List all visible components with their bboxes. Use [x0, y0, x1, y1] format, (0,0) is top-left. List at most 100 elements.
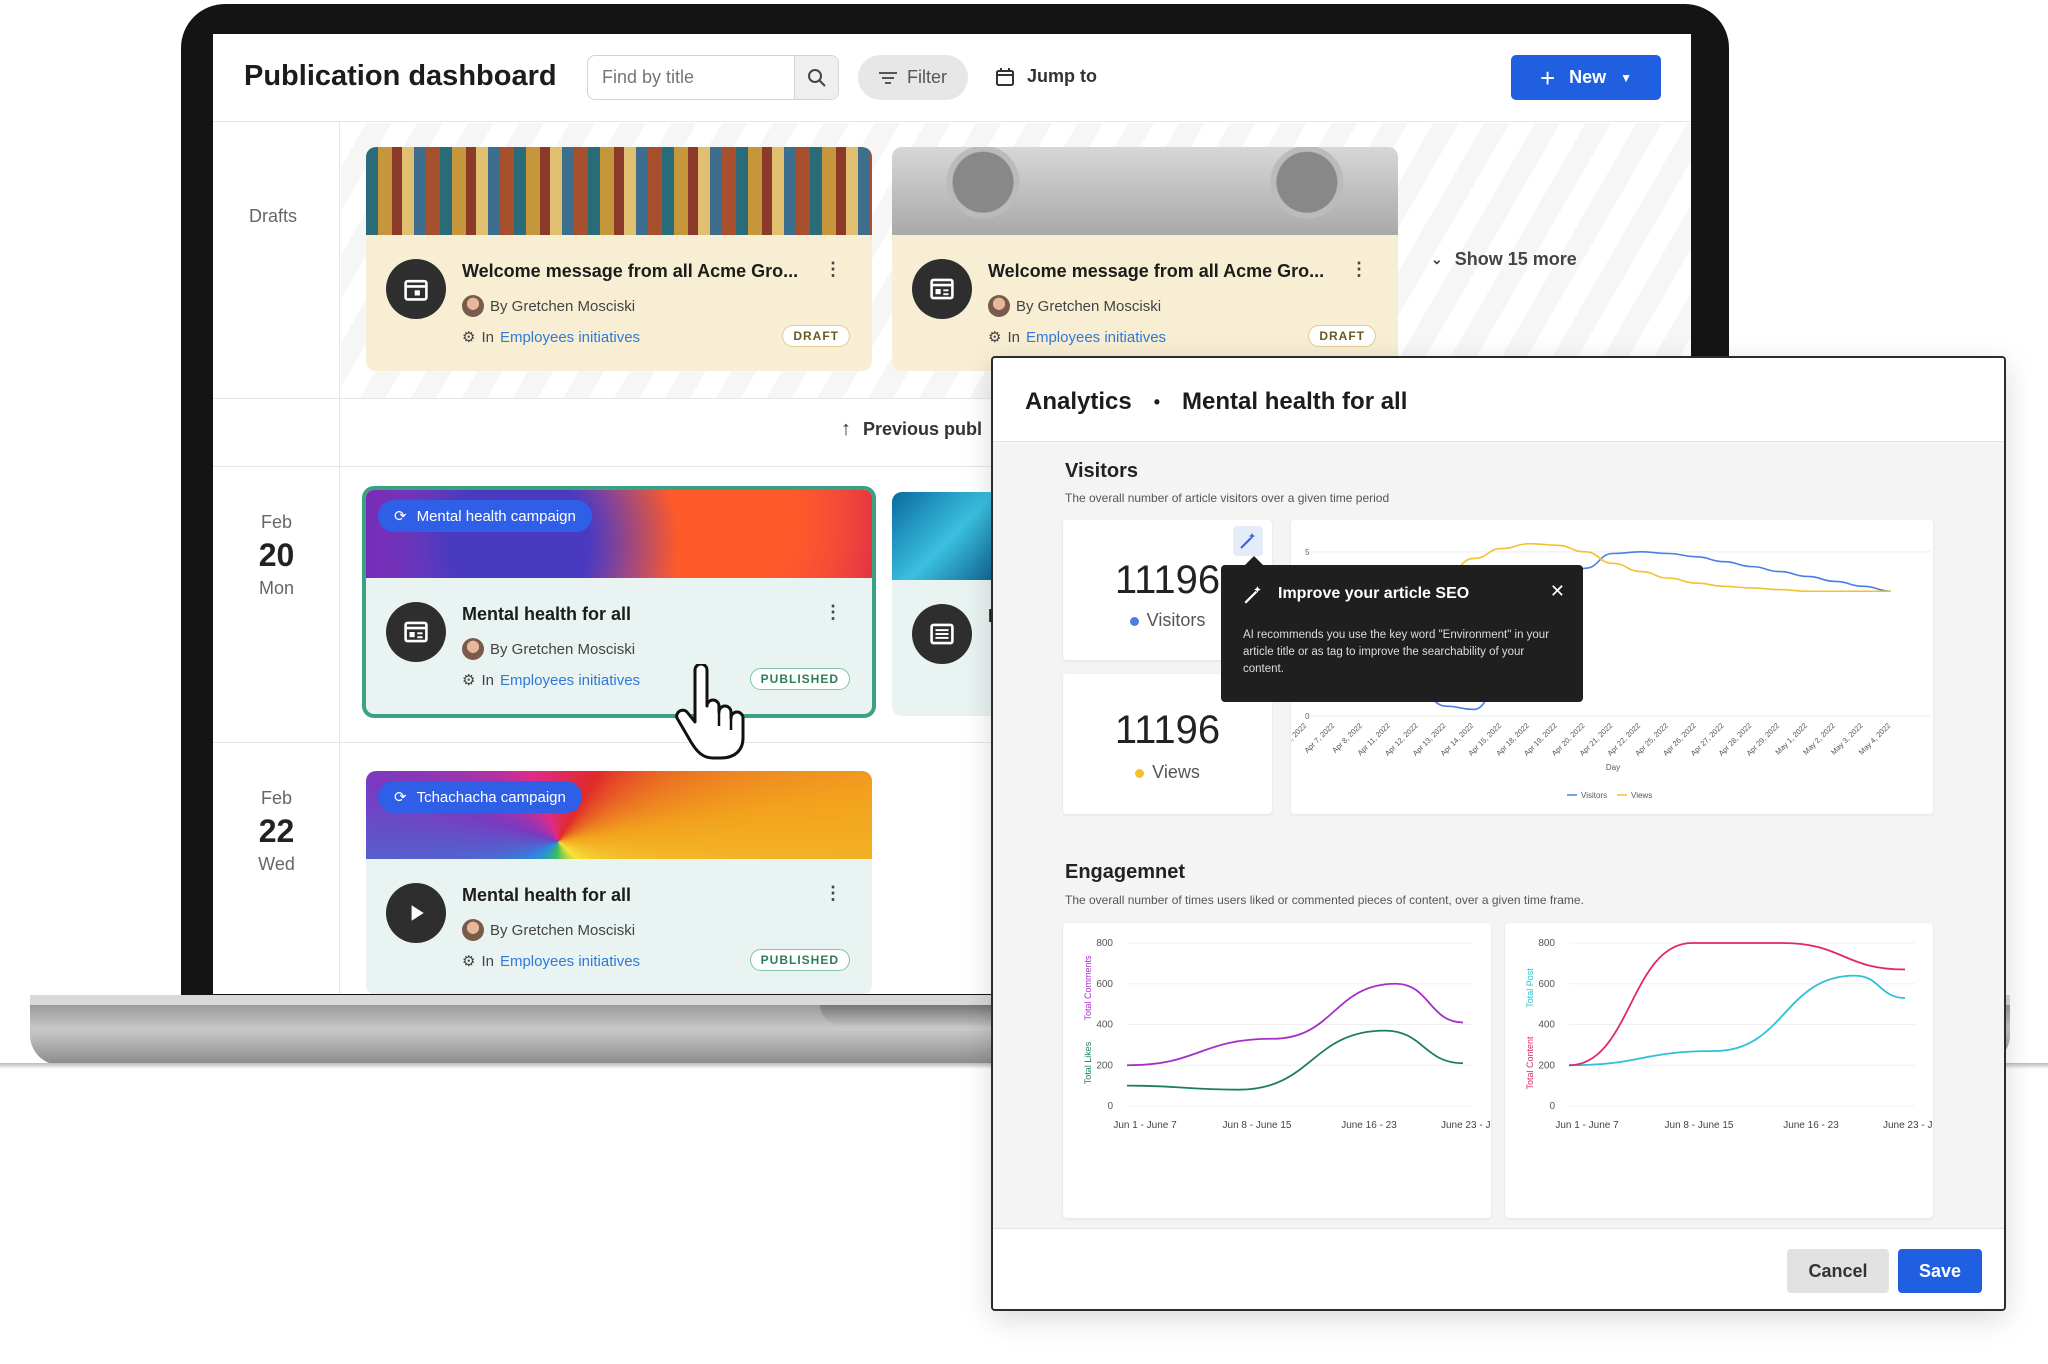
y-axis-label: Total Content	[1525, 1036, 1535, 1090]
calendar-icon	[996, 67, 1014, 86]
in-prefix: In	[1007, 328, 1020, 346]
seo-tooltip: Improve your article SEO ✕ AI recommends…	[1221, 556, 1583, 702]
more-options-icon[interactable]: ⋮	[824, 602, 842, 623]
search-button[interactable]	[794, 56, 838, 99]
jump-to-label: Jump to	[1027, 66, 1097, 86]
published-card[interactable]: ⟳ Tchachacha campaign Mental health for a…	[366, 771, 872, 994]
caret-down-icon: ▼	[1620, 70, 1633, 85]
status-badge: DRAFT	[782, 325, 850, 347]
category-link[interactable]: Employees initiatives	[500, 329, 640, 346]
card-author: By Gretchen Mosciski	[1016, 297, 1162, 315]
previous-publications-button[interactable]: ↑ Previous publ	[841, 418, 982, 441]
save-button[interactable]: Save	[1898, 1249, 1982, 1293]
date-label: Feb 20 Mon	[213, 512, 340, 599]
y-axis-label: Total Comments	[1083, 955, 1093, 1021]
show-more-label: Show 15 more	[1454, 249, 1577, 269]
article-icon	[386, 602, 446, 662]
visitors-section-desc: The overall number of article visitors o…	[1065, 491, 1390, 505]
date-day: 20	[258, 537, 295, 573]
card-author: By Gretchen Mosciski	[490, 921, 636, 939]
more-options-icon[interactable]: ⋮	[1350, 259, 1368, 280]
campaign-label: Mental health campaign	[416, 507, 576, 525]
play-icon	[386, 883, 446, 943]
likes-comments-chart-panel: 0 200 400 600 800 Jun 1 - June 7 Jun 8 - June …	[1063, 923, 1521, 1218]
chevron-down-icon: ⌄	[1431, 251, 1443, 267]
new-label: New	[1569, 67, 1607, 87]
x-tick-label: June 16 - 23	[1341, 1120, 1397, 1131]
more-options-icon[interactable]: ⋮	[824, 883, 842, 904]
visitors-section-title: Visitors	[1065, 460, 1138, 482]
y-tick-label: 400	[1096, 1020, 1113, 1031]
hand-cursor-icon	[675, 664, 745, 760]
legend-views: Views	[1631, 791, 1652, 800]
title-separator: •	[1153, 391, 1161, 412]
dashboard-header: Publication dashboard Filter Jump to + N…	[213, 34, 1691, 122]
engagement-section-title: Engagemnet	[1065, 861, 1186, 883]
engagement-section-desc: The overall number of times users liked …	[1065, 893, 1584, 907]
y-tick-label: 800	[1096, 938, 1113, 949]
filter-label: Filter	[907, 67, 947, 87]
category-icon: ⚙	[462, 329, 476, 346]
views-dot	[1135, 768, 1145, 778]
y-tick-label: 0	[1107, 1101, 1113, 1112]
avatar	[462, 638, 484, 660]
arrow-up-icon: ↑	[841, 418, 851, 440]
campaign-icon: ⟳	[394, 508, 407, 525]
y-tick-label: 800	[1538, 938, 1555, 949]
content-post-chart: 0 200 400 600 800 Jun 1 - June 7 Jun 8 - June …	[1525, 938, 1963, 1131]
category-icon: ⚙	[988, 329, 1002, 346]
y-tick-label: 0	[1305, 712, 1310, 721]
status-badge: PUBLISHED	[749, 668, 850, 690]
y-tick-label: 5	[1305, 548, 1310, 557]
campaign-icon: ⟳	[394, 789, 407, 806]
search-input[interactable]	[588, 56, 794, 99]
y-tick-label: 600	[1538, 979, 1555, 990]
y-tick-label: 200	[1538, 1060, 1555, 1071]
close-icon[interactable]: ✕	[1550, 581, 1565, 602]
y-tick-label: 400	[1538, 1020, 1555, 1031]
x-tick-label: Jun 1 - June 7	[1113, 1120, 1177, 1131]
status-badge: PUBLISHED	[749, 949, 850, 971]
more-options-icon[interactable]: ⋮	[824, 259, 842, 280]
date-day: 22	[258, 813, 295, 849]
category-link[interactable]: Employees initiatives	[500, 672, 640, 689]
in-prefix: In	[481, 328, 494, 346]
new-button[interactable]: + New ▼	[1511, 55, 1661, 100]
content-post-chart-panel: 0 200 400 600 800 Jun 1 - June 7 Jun 8 - June …	[1505, 923, 1963, 1218]
campaign-tag[interactable]: ⟳ Tchachacha campaign	[378, 781, 582, 813]
views-label: Views	[1152, 762, 1200, 782]
drafts-label: Drafts	[249, 206, 298, 226]
tooltip-text: AI recommends you use the key word "Envi…	[1243, 629, 1550, 675]
avatar	[462, 295, 484, 317]
filter-button[interactable]: Filter	[858, 55, 968, 100]
show-more-button[interactable]: ⌄ Show 15 more	[1431, 249, 1577, 270]
views-count: 11196	[1114, 708, 1221, 752]
x-tick-label: June 23 - June 30	[1883, 1120, 1933, 1131]
cancel-button[interactable]: Cancel	[1787, 1249, 1889, 1293]
card-title: Mental health for all	[462, 885, 632, 905]
article-title: Mental health for all	[1182, 388, 1408, 415]
plus-icon: +	[1539, 62, 1556, 93]
category-link[interactable]: Employees initiatives	[1026, 329, 1166, 346]
card-image	[892, 147, 1398, 235]
y-axis-label: Total Post	[1525, 968, 1535, 1008]
analytics-modal: Analytics • Mental health for all Visito…	[991, 356, 2006, 1311]
card-title: Welcome message from all Acme Gro...	[462, 261, 799, 281]
campaign-tag[interactable]: ⟳ Mental health campaign	[378, 500, 592, 532]
visitors-label: Visitors	[1146, 610, 1206, 630]
draft-card[interactable]: Welcome message from all Acme Gro... ⋮ B…	[892, 147, 1398, 371]
series-line	[1568, 974, 1906, 1067]
category-icon: ⚙	[462, 953, 476, 970]
search-box	[587, 55, 839, 100]
card-author: By Gretchen Mosciski	[490, 640, 636, 658]
visitors-dot	[1129, 616, 1139, 626]
draft-card[interactable]: Welcome message from all Acme Gro... ⋮ B…	[366, 147, 872, 371]
published-card-selected[interactable]: ⟳ Mental health campaign Mental health fo…	[362, 486, 876, 718]
y-tick-label: 0	[1549, 1101, 1555, 1112]
news-icon	[912, 604, 972, 664]
x-tick-label: June 23 - June 30	[1441, 1120, 1491, 1131]
category-link[interactable]: Employees initiatives	[500, 953, 640, 970]
jump-to-button[interactable]: Jump to	[995, 66, 1097, 87]
magic-wand-icon[interactable]	[1233, 526, 1263, 556]
filter-icon	[879, 71, 897, 84]
